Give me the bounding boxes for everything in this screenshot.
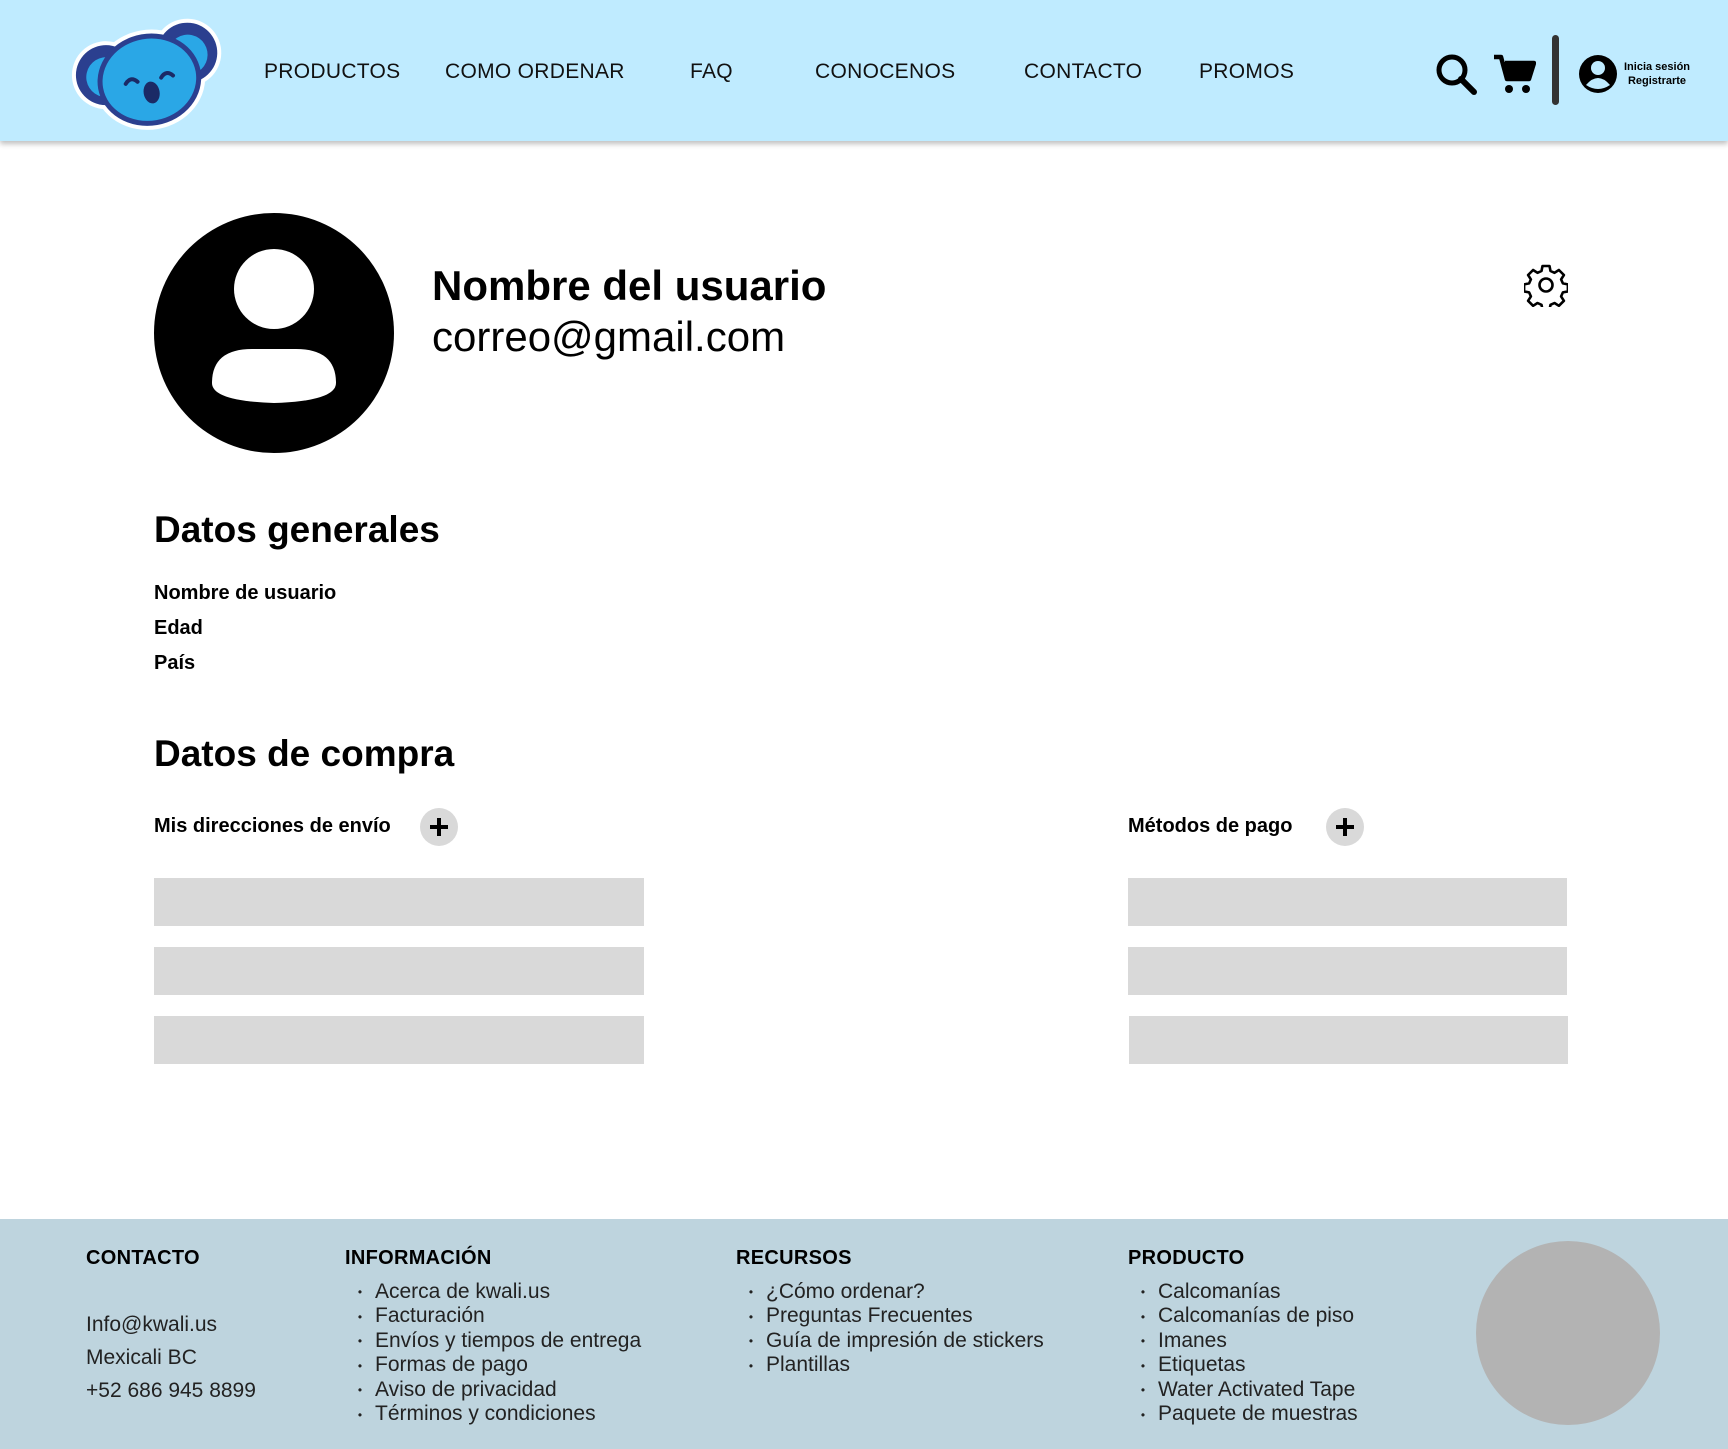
address-slot-1[interactable]: [154, 878, 644, 926]
footer-contact-title: CONTACTO: [86, 1247, 200, 1269]
plus-icon: [430, 818, 448, 836]
plus-icon: [1336, 818, 1354, 836]
footer-info-title: INFORMACIÓN: [345, 1247, 492, 1269]
gear-icon[interactable]: [1524, 263, 1568, 307]
footer-link[interactable]: Acerca de kwali.us: [345, 1280, 641, 1304]
footer-link[interactable]: Aviso de privacidad: [345, 1378, 641, 1402]
payment-slot-2[interactable]: [1128, 947, 1567, 995]
footer-link[interactable]: Formas de pago: [345, 1353, 641, 1377]
footer-link[interactable]: Plantillas: [736, 1353, 1044, 1377]
footer-link[interactable]: Etiquetas: [1128, 1353, 1358, 1377]
cart-icon[interactable]: [1492, 52, 1536, 96]
add-payment-button[interactable]: [1326, 808, 1364, 846]
footer-product-title: PRODUCTO: [1128, 1247, 1245, 1269]
footer-resources-list: ¿Cómo ordenar? Preguntas Frecuentes Guía…: [736, 1280, 1044, 1378]
general-data-title: Datos generales: [154, 509, 440, 550]
address-slot-3[interactable]: [154, 1016, 644, 1064]
footer-resources-title: RECURSOS: [736, 1247, 852, 1269]
payment-slot-1[interactable]: [1128, 878, 1567, 926]
login-link[interactable]: Inicia sesión: [1624, 60, 1690, 74]
user-name: Nombre del usuario: [432, 262, 827, 309]
footer-link[interactable]: Términos y condiciones: [345, 1402, 641, 1426]
footer-link[interactable]: Facturación: [345, 1304, 641, 1328]
user-circle-icon[interactable]: [1578, 54, 1618, 94]
footer-email[interactable]: Info@kwali.us: [86, 1313, 217, 1337]
user-email: correo@gmail.com: [432, 313, 786, 360]
footer-link[interactable]: Preguntas Frecuentes: [736, 1304, 1044, 1328]
footer-product-list: Calcomanías Calcomanías de piso Imanes E…: [1128, 1280, 1358, 1427]
search-icon[interactable]: [1434, 52, 1478, 96]
add-address-button[interactable]: [420, 808, 458, 846]
footer-phone[interactable]: +52 686 945 8899: [86, 1379, 256, 1403]
nav-faq[interactable]: FAQ: [690, 60, 733, 84]
header-divider: [1552, 35, 1559, 105]
footer-link[interactable]: Guía de impresión de stickers: [736, 1329, 1044, 1353]
nav-contacto[interactable]: CONTACTO: [1024, 60, 1142, 84]
footer-logo-placeholder: [1476, 1241, 1660, 1425]
top-navbar: PRODUCTOS COMO ORDENAR FAQ CONOCENOS CON…: [0, 0, 1728, 141]
payment-methods-label: Métodos de pago: [1128, 815, 1293, 837]
user-avatar-icon: [154, 213, 394, 453]
address-slot-2[interactable]: [154, 947, 644, 995]
nav-como-ordenar[interactable]: COMO ORDENAR: [445, 60, 625, 84]
footer-link[interactable]: ¿Cómo ordenar?: [736, 1280, 1044, 1304]
purchase-data-title: Datos de compra: [154, 733, 455, 774]
footer-link[interactable]: Envíos y tiempos de entrega: [345, 1329, 641, 1353]
footer-link[interactable]: Paquete de muestras: [1128, 1402, 1358, 1426]
nav-conocenos[interactable]: CONOCENOS: [815, 60, 955, 84]
footer-link[interactable]: Imanes: [1128, 1329, 1358, 1353]
shipping-addresses-label: Mis direcciones de envío: [154, 815, 391, 837]
payment-slot-3[interactable]: [1129, 1016, 1568, 1064]
koala-logo[interactable]: [64, 8, 230, 136]
footer-link[interactable]: Calcomanías: [1128, 1280, 1358, 1304]
footer-city: Mexicali BC: [86, 1346, 197, 1369]
field-username: Nombre de usuario: [154, 582, 337, 604]
field-age: Edad: [154, 617, 203, 639]
footer-link[interactable]: Water Activated Tape: [1128, 1378, 1358, 1402]
nav-promos[interactable]: PROMOS: [1199, 60, 1294, 84]
nav-productos[interactable]: PRODUCTOS: [264, 60, 401, 84]
register-link[interactable]: Registrarte: [1624, 74, 1690, 88]
footer-link[interactable]: Calcomanías de piso: [1128, 1304, 1358, 1328]
field-country: País: [154, 652, 196, 674]
footer-info-list: Acerca de kwali.us Facturación Envíos y …: [345, 1280, 641, 1427]
